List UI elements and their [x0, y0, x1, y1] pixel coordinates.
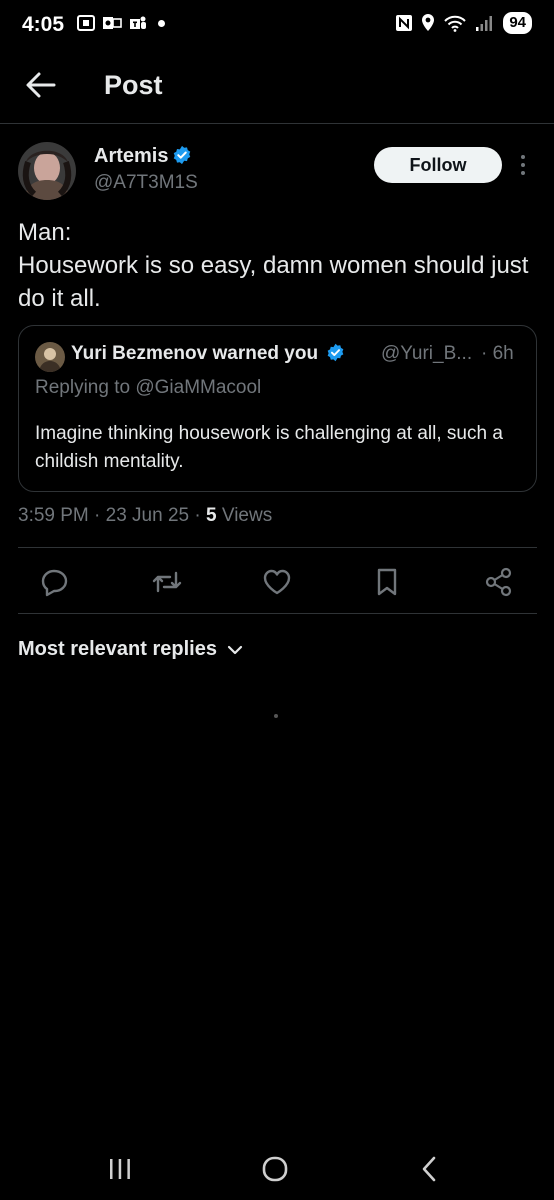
recents-icon[interactable] — [103, 1154, 137, 1184]
like-icon[interactable] — [260, 565, 294, 599]
follow-button[interactable]: Follow — [374, 147, 502, 183]
back-icon[interactable] — [414, 1154, 448, 1184]
quoted-avatar — [35, 342, 65, 372]
post-author: Artemis @A7T3M1S Follow — [18, 140, 538, 204]
quoted-author-name-text: Yuri Bezmenov warned you — [71, 343, 319, 364]
author-name-text[interactable]: Artemis — [94, 145, 168, 167]
quoted-post[interactable]: Yuri Bezmenov warned you @Yuri_B... · 6h… — [18, 325, 537, 492]
post-meta: 3:59 PM · 23 Jun 25 · 5 Views — [18, 505, 272, 527]
avatar[interactable] — [18, 142, 76, 200]
page-title: Post — [104, 70, 163, 100]
reply-icon[interactable] — [38, 565, 72, 599]
author-handle[interactable]: @A7T3M1S — [94, 172, 198, 194]
verified-badge-icon — [327, 343, 344, 362]
teams-icon — [130, 16, 146, 29]
location-icon — [422, 14, 435, 31]
views-label[interactable]: Views — [222, 505, 272, 526]
screenshot-icon — [77, 15, 95, 31]
quoted-author-handle: @Yuri_B... — [381, 343, 473, 364]
nfc-icon — [396, 15, 413, 31]
loading-indicator — [274, 714, 278, 718]
top-app-bar: Post — [0, 50, 554, 124]
author-name[interactable]: Artemis — [94, 145, 192, 168]
repost-icon[interactable] — [150, 565, 184, 599]
signal-icon — [476, 16, 493, 31]
home-icon[interactable] — [258, 1154, 292, 1184]
quoted-replying-to: Replying to @GiaMMacool — [35, 377, 262, 398]
quoted-time: · 6h — [481, 343, 514, 364]
quoted-text: Imagine thinking housework is challengin… — [35, 423, 503, 472]
battery-level: 94 — [503, 12, 532, 34]
status-bar: 4:05 94 — [0, 0, 554, 50]
replies-sort-dropdown[interactable]: Most relevant replies — [18, 638, 243, 661]
post-text: Man: Housework is so easy, damn women sh… — [18, 219, 529, 312]
status-time: 4:05 — [22, 13, 65, 36]
divider — [18, 547, 537, 548]
status-left-icons — [76, 14, 165, 32]
replies-sort-label[interactable]: Most relevant replies — [18, 638, 217, 661]
verified-badge-icon — [174, 145, 191, 165]
back-arrow-icon[interactable] — [24, 70, 58, 100]
chevron-down-icon[interactable] — [227, 644, 243, 656]
post-timestamp: 3:59 PM · 23 Jun 25 · — [18, 505, 201, 526]
more-vertical-icon[interactable] — [514, 151, 532, 179]
status-right-icons: 94 — [395, 12, 532, 34]
notification-dot-icon — [158, 19, 165, 27]
views-count[interactable]: 5 — [206, 505, 217, 526]
post-actions — [38, 565, 518, 601]
divider — [18, 613, 537, 614]
outlook-icon — [103, 17, 122, 29]
share-icon[interactable] — [482, 565, 516, 599]
system-nav-bar — [0, 1140, 554, 1200]
bookmark-icon[interactable] — [370, 565, 404, 599]
quoted-author-name: Yuri Bezmenov warned you — [71, 343, 345, 365]
wifi-icon — [444, 15, 467, 32]
